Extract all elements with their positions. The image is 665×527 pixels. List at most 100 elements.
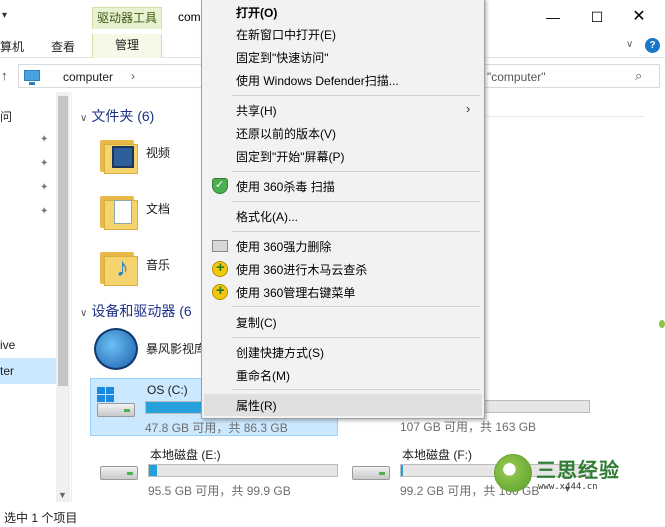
menu-separator <box>232 171 480 172</box>
360-plus-icon <box>212 282 228 300</box>
menu-label: 固定到"开始"屏幕(P) <box>236 150 345 164</box>
menu-item-open-new-window[interactable]: 在新窗口中打开(E) <box>204 23 482 45</box>
music-folder-icon: ♪ <box>100 246 138 286</box>
menu-label: 在新窗口中打开(E) <box>236 28 336 42</box>
menu-label: 使用 360进行木马云查杀 <box>236 263 368 277</box>
menu-item-copy[interactable]: 复制(C) <box>204 311 482 333</box>
pin-icon: ✦ <box>40 158 49 169</box>
search-input[interactable]: "computer" ⌕ <box>480 64 660 88</box>
folder-label: 视频 <box>146 146 171 160</box>
menu-separator <box>232 389 480 390</box>
computer-icon <box>24 70 40 85</box>
up-arrow-icon[interactable]: ↑ <box>1 68 8 83</box>
breadcrumb-chevron-icon[interactable]: › <box>131 69 135 83</box>
minimize-button[interactable]: — <box>538 8 568 28</box>
nav-scroll-down-icon[interactable]: ▼ <box>58 490 67 500</box>
tab-computer[interactable]: 算机 <box>0 38 24 55</box>
hard-disk-icon <box>352 466 390 480</box>
drive-size: 47.8 GB 可用，共 86.3 GB <box>145 421 288 435</box>
menu-separator <box>232 95 480 96</box>
search-icon[interactable]: ⌕ <box>635 68 642 84</box>
help-icon[interactable]: ? <box>645 38 660 53</box>
watermark-text: 三思经验 <box>536 460 620 482</box>
tab-manage[interactable]: 管理 <box>92 34 162 58</box>
menu-label: 格式化(A)... <box>236 210 298 224</box>
watermark-url: www.x444.cn <box>538 482 598 492</box>
nav-item-onedrive[interactable]: ive <box>0 338 15 352</box>
edge-indicator <box>659 320 665 328</box>
address-path: computer <box>63 70 114 84</box>
shredder-icon <box>212 240 228 252</box>
folder-item-videos[interactable]: 视频 <box>98 130 208 180</box>
video-folder-icon <box>100 134 138 174</box>
group-label: 文件夹 (6) <box>91 108 155 124</box>
menu-item-pin-quick-access[interactable]: 固定到"快速访问" <box>204 46 482 68</box>
pin-icon: ✦ <box>40 206 49 217</box>
menu-item-rename[interactable]: 重命名(M) <box>204 364 482 386</box>
close-button[interactable]: ✕ <box>624 8 654 28</box>
folder-item-documents[interactable]: 文档 <box>98 186 208 236</box>
tab-view[interactable]: 查看 <box>51 38 75 55</box>
context-menu: 打开(O) 在新窗口中打开(E) 固定到"快速访问" 使用 Windows De… <box>201 0 485 419</box>
navigation-pane: 问 ✦ ✦ ✦ ✦ ive ter ▼ <box>0 92 72 502</box>
search-placeholder: "computer" <box>487 70 546 84</box>
menu-label: 重命名(M) <box>236 369 290 383</box>
watermark: 三思经验 www.x444.cn <box>494 450 642 498</box>
folder-label: 文档 <box>146 202 171 216</box>
menu-item-360-force-delete[interactable]: 使用 360强力删除 <box>204 235 482 257</box>
nav-scrollbar-thumb[interactable] <box>58 96 68 386</box>
menu-label: 创建快捷方式(S) <box>236 346 324 360</box>
menu-label: 共享(H) <box>236 104 277 118</box>
menu-item-360-trojan-scan[interactable]: 使用 360进行木马云查杀 <box>204 258 482 280</box>
nav-item-quick-access[interactable]: 问 <box>0 108 12 125</box>
documents-folder-icon <box>100 190 138 230</box>
pin-icon: ✦ <box>40 182 49 193</box>
menu-item-open[interactable]: 打开(O) <box>204 1 482 23</box>
drive-usage-fill <box>401 465 403 476</box>
menu-separator <box>232 306 480 307</box>
menu-item-pin-start[interactable]: 固定到"开始"屏幕(P) <box>204 145 482 167</box>
collapse-chevron-icon[interactable]: ∨ <box>80 308 87 319</box>
menu-item-restore-versions[interactable]: 还原以前的版本(V) <box>204 122 482 144</box>
drive-label: 本地磁盘 (F:) <box>402 448 472 462</box>
menu-item-format[interactable]: 格式化(A)... <box>204 205 482 227</box>
drive-label: 本地磁盘 (E:) <box>150 448 221 462</box>
menu-label: 打开(O) <box>236 6 278 20</box>
folder-item-music[interactable]: ♪ 音乐 <box>98 242 208 292</box>
collapse-chevron-icon[interactable]: ∨ <box>80 113 87 124</box>
group-label: 设备和驱动器 (6 <box>91 303 192 319</box>
ribbon-expand-icon[interactable]: ∨ <box>626 39 633 50</box>
menu-item-properties[interactable]: 属性(R) <box>204 394 482 416</box>
menu-label: 使用 360强力删除 <box>236 240 332 254</box>
drive-item-e[interactable]: 本地磁盘 (E:) 95.5 GB 可用，共 99.9 GB <box>94 442 344 498</box>
nav-item-computer[interactable]: ter <box>0 364 14 378</box>
group-header-folders[interactable]: ∨ 文件夹 (6) <box>80 106 154 126</box>
drive-size: 107 GB 可用，共 163 GB <box>400 420 537 434</box>
drive-tools-context-tab[interactable]: 驱动器工具 <box>92 7 162 29</box>
menu-separator <box>232 231 480 232</box>
maximize-button[interactable]: ☐ <box>582 8 612 28</box>
status-bar: 选中 1 个项目 <box>0 505 665 527</box>
quick-access-dropdown-icon[interactable]: ▾ <box>2 10 7 21</box>
hard-disk-icon <box>100 466 138 480</box>
drive-usage-bar <box>148 464 338 477</box>
menu-item-defender-scan[interactable]: 使用 Windows Defender扫描... <box>204 69 482 91</box>
group-header-devices[interactable]: ∨ 设备和驱动器 (6 <box>80 301 192 321</box>
menu-label: 使用 360管理右键菜单 <box>236 286 356 300</box>
menu-item-create-shortcut[interactable]: 创建快捷方式(S) <box>204 341 482 363</box>
menu-separator <box>232 337 480 338</box>
drive-label: OS (C:) <box>147 383 188 397</box>
windows-logo-icon <box>97 387 115 403</box>
menu-item-360-antivirus-scan[interactable]: 使用 360杀毒 扫描 <box>204 175 482 197</box>
menu-item-share[interactable]: 共享(H) › <box>204 99 482 121</box>
menu-label: 复制(C) <box>236 316 277 330</box>
menu-label: 固定到"快速访问" <box>236 51 329 65</box>
watermark-logo-icon <box>494 454 532 492</box>
menu-separator <box>232 201 480 202</box>
menu-label: 属性(R) <box>236 399 277 413</box>
shield-icon <box>212 178 228 194</box>
folder-label: 音乐 <box>146 258 171 272</box>
menu-label: 使用 360杀毒 扫描 <box>236 180 335 194</box>
menu-item-360-manage-menu[interactable]: 使用 360管理右键菜单 <box>204 281 482 303</box>
submenu-arrow-icon: › <box>466 101 471 116</box>
